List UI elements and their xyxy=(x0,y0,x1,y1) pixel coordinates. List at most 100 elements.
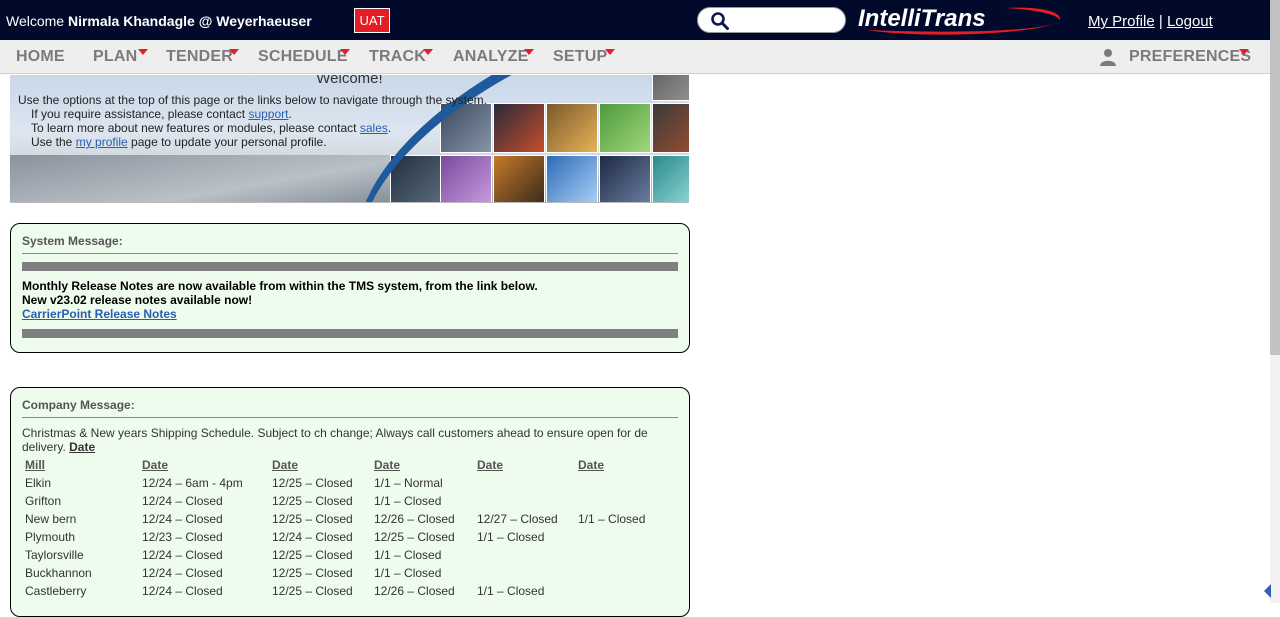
system-message-line-2: New v23.02 release notes available now! xyxy=(22,293,253,307)
banner-line-4-text: Use the xyxy=(31,135,76,149)
menu-analyze[interactable]: ANALYZE xyxy=(453,48,529,66)
logout-link[interactable]: Logout xyxy=(1167,13,1213,30)
banner-line-3: To learn more about new features or modu… xyxy=(18,121,487,135)
banner-line-3-end: . xyxy=(387,121,392,135)
system-message-box: System Message: Monthly Release Notes ar… xyxy=(10,223,690,353)
shipping-schedule-table: Mill Date Date Date Date Date Elkin 12/24… xyxy=(22,456,665,600)
caret-down-icon xyxy=(138,49,148,55)
table-header-row: Mill Date Date Date Date Date xyxy=(22,456,665,474)
date-cell: 12/27 – Closed xyxy=(477,512,558,526)
scrollbar-thumb[interactable] xyxy=(1270,0,1280,355)
mill-cell: Castleberry xyxy=(25,584,87,598)
date-cell: 12/24 – Closed xyxy=(142,584,223,598)
release-notes-link[interactable]: CarrierPoint Release Notes xyxy=(22,307,177,321)
banner-line-3-text: To learn more about new features or modu… xyxy=(31,121,360,135)
table-row: Plymouth 12/23 – Closed 12/24 – Closed 12/2… xyxy=(22,528,665,546)
date-cell xyxy=(575,546,665,564)
date-cell: 12/24 – Closed xyxy=(142,512,223,526)
column-header: Date xyxy=(142,458,169,472)
date-cell xyxy=(474,474,575,492)
caret-down-icon xyxy=(605,49,615,55)
scroll-left-arrow-icon[interactable] xyxy=(1264,584,1271,598)
banner-line-1: Use the options at the top of this page … xyxy=(18,93,487,107)
column-header: Mill xyxy=(25,458,45,472)
user-icon xyxy=(1100,49,1116,66)
date-cell xyxy=(575,474,665,492)
column-header: Date xyxy=(578,458,605,472)
date-cell: 12/26 – Closed xyxy=(374,584,455,598)
caret-down-icon xyxy=(229,49,239,55)
caret-down-icon xyxy=(340,49,350,55)
date-cell: 12/23 – Closed xyxy=(142,530,223,544)
intellitrans-logo: IntelliTrans xyxy=(858,5,1061,35)
date-cell xyxy=(575,564,665,582)
date-cell: 12/24 – Closed xyxy=(142,548,223,562)
system-message-title: System Message: xyxy=(22,234,678,254)
column-header: Date xyxy=(272,458,299,472)
top-links: My Profile | Logout xyxy=(1088,13,1213,30)
date-cell: 12/25 – Closed xyxy=(272,548,353,562)
divider xyxy=(22,262,678,271)
column-header: Date xyxy=(477,458,504,472)
main-menu: HOME PLAN TENDER SCHEDULE TRACK ANALYZE … xyxy=(0,40,1270,74)
date-cell: 12/26 – Closed xyxy=(374,512,455,526)
date-cell xyxy=(575,528,665,546)
date-cell: 12/25 – Closed xyxy=(272,494,353,508)
divider xyxy=(22,329,678,338)
mill-cell: Buckhannon xyxy=(25,566,92,580)
menu-setup[interactable]: SETUP xyxy=(553,48,607,66)
company-message-text: Christmas & New years Shipping Schedule.… xyxy=(22,426,678,454)
table-row: Buckhannon 12/24 – Closed 12/25 – Closed 1/… xyxy=(22,564,665,582)
date-cell: 1/1 – Closed xyxy=(477,584,545,598)
menu-home[interactable]: HOME xyxy=(16,48,65,66)
date-link[interactable]: Date xyxy=(69,440,95,454)
banner-line-4: Use the my profile page to update your p… xyxy=(18,135,487,149)
welcome-user: Nirmala Khandagle @ Weyerhaeuser xyxy=(67,13,312,29)
date-cell xyxy=(575,492,665,510)
menu-tender[interactable]: TENDER xyxy=(166,48,233,66)
sales-link[interactable]: sales xyxy=(360,121,388,135)
date-cell: 12/25 – Closed xyxy=(272,476,353,490)
menu-track[interactable]: TRACK xyxy=(369,48,426,66)
date-cell: 1/1 – Closed xyxy=(578,512,646,526)
table-row: New bern 12/24 – Closed 12/25 – Closed 12/2… xyxy=(22,510,665,528)
welcome-prefix: Welcome xyxy=(6,13,65,29)
caret-down-icon xyxy=(524,49,534,55)
date-cell: 12/25 – Closed xyxy=(272,512,353,526)
welcome-text: Welcome Nirmala Khandagle @ Weyerhaeuser xyxy=(6,13,312,29)
column-header: Date xyxy=(374,458,401,472)
banner-line-2: If you require assistance, please contac… xyxy=(18,107,487,121)
date-cell: 1/1 – Closed xyxy=(374,494,442,508)
my-profile-inline-link[interactable]: my profile xyxy=(76,135,128,149)
welcome-banner: Welcome! Use the options at the top of t… xyxy=(10,75,689,203)
date-cell xyxy=(474,546,575,564)
table-row: Castleberry 12/24 – Closed 12/25 – Closed 1… xyxy=(22,582,665,600)
date-cell: 12/25 – Closed xyxy=(374,530,455,544)
logo-text: IntelliTrans xyxy=(858,5,986,32)
date-cell: 1/1 – Closed xyxy=(477,530,545,544)
menu-preferences[interactable]: PREFERENCES xyxy=(1129,48,1251,66)
search-input[interactable] xyxy=(697,7,846,33)
date-cell xyxy=(474,492,575,510)
banner-line-4-end: page to update your personal profile. xyxy=(127,135,327,149)
environment-badge: UAT xyxy=(354,8,390,33)
date-cell: 1/1 – Closed xyxy=(374,548,442,562)
banner-title: Welcome! xyxy=(316,75,383,87)
date-cell: 12/24 – Closed xyxy=(142,494,223,508)
caret-down-icon xyxy=(1239,49,1249,55)
banner-line-2-end: . xyxy=(288,107,292,121)
date-cell: 12/24 – 6am - 4pm xyxy=(142,476,243,490)
search-icon[interactable] xyxy=(711,12,729,30)
banner-text: Use the options at the top of this page … xyxy=(18,93,487,149)
menu-schedule[interactable]: SCHEDULE xyxy=(258,48,348,66)
date-cell xyxy=(575,582,665,600)
mill-cell: Elkin xyxy=(25,476,52,490)
caret-down-icon xyxy=(423,49,433,55)
system-message-body: Monthly Release Notes are now available … xyxy=(22,279,678,321)
menu-plan[interactable]: PLAN xyxy=(93,48,137,66)
support-link[interactable]: support xyxy=(248,107,288,121)
my-profile-link[interactable]: My Profile xyxy=(1088,13,1155,30)
company-message-body: Christmas & New years Shipping Schedule.… xyxy=(22,426,648,454)
date-cell: 12/25 – Closed xyxy=(272,584,353,598)
date-cell: 1/1 – Normal xyxy=(374,476,443,490)
